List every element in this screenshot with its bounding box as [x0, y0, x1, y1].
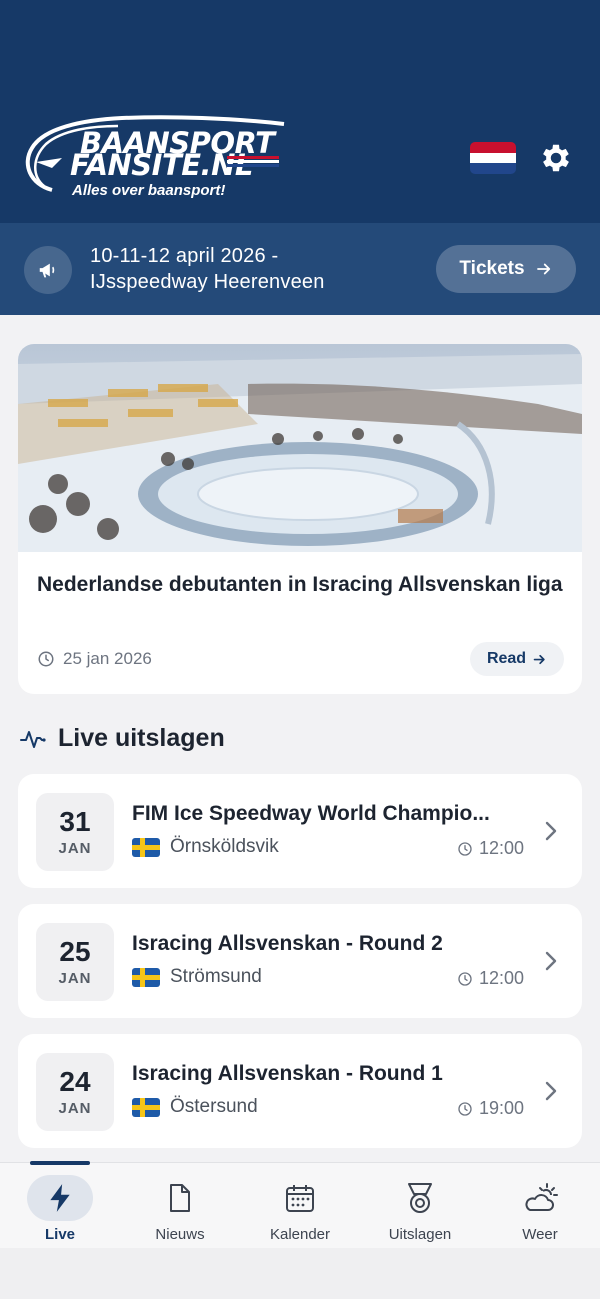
chevron-right-icon — [545, 821, 557, 841]
tab-label: Live — [44, 1226, 75, 1243]
se-flag-icon — [132, 1097, 160, 1117]
bottom-tab-bar: Live Nieuws Kalender Uitslagen Weer — [0, 1161, 600, 1249]
tab-uitslagen[interactable]: Uitslagen — [360, 1163, 480, 1249]
tab-label: Weer — [522, 1226, 558, 1243]
logo-stripe-red — [227, 156, 279, 159]
tickets-button[interactable]: Tickets — [436, 245, 576, 293]
clock-icon — [38, 651, 54, 667]
result-location: Strömsund — [132, 966, 262, 988]
result-card[interactable]: 31 JAN FIM Ice Speedway World Champio...… — [18, 774, 582, 888]
medal-icon — [387, 1175, 453, 1221]
section-title: Live uitslagen — [58, 724, 225, 752]
location-text: Strömsund — [170, 966, 262, 987]
date-box: 25 JAN — [36, 923, 114, 1001]
logo-line2: FANSITE.NL — [70, 148, 253, 182]
result-time: 12:00 — [457, 968, 524, 989]
date-month: JAN — [58, 840, 92, 857]
tab-live[interactable]: Live — [0, 1163, 120, 1249]
date-month: JAN — [58, 970, 92, 987]
result-time: 19:00 — [457, 1098, 524, 1119]
tab-label: Kalender — [269, 1226, 331, 1243]
weather-icon — [507, 1175, 573, 1221]
result-location: Östersund — [132, 1096, 258, 1118]
app-header: BAANSPORT FANSITE.NL Alles over baanspor… — [0, 0, 600, 223]
result-location: Örnsköldsvik — [132, 836, 279, 858]
date-day: 24 — [59, 1066, 91, 1097]
live-section-header: Live uitslagen — [20, 724, 225, 753]
activity-icon — [20, 730, 46, 748]
nl-flag-icon[interactable] — [470, 142, 516, 174]
site-logo[interactable]: BAANSPORT FANSITE.NL Alles over baanspor… — [22, 112, 297, 204]
tab-label: Uitslagen — [388, 1226, 452, 1243]
location-text: Östersund — [170, 1096, 258, 1117]
result-time: 12:00 — [457, 838, 524, 859]
date-box: 24 JAN — [36, 1053, 114, 1131]
arrow-right-icon — [536, 263, 550, 275]
document-icon — [147, 1175, 213, 1221]
logo-stripe-blue — [227, 164, 279, 167]
result-title: Isracing Allsvenskan - Round 1 — [132, 1062, 443, 1085]
tab-kalender[interactable]: Kalender — [240, 1163, 360, 1249]
read-label: Read — [486, 650, 527, 667]
event-venue: IJsspeedway Heerenveen — [90, 271, 325, 293]
logo-tagline: Alles over baansport! — [72, 182, 226, 199]
se-flag-icon — [132, 967, 160, 987]
read-button[interactable]: Read — [470, 642, 564, 676]
chevron-right-icon — [545, 951, 557, 971]
location-text: Örnsköldsvik — [170, 836, 279, 857]
featured-news-card[interactable]: Nederlandse debutanten in Isracing Allsv… — [18, 344, 582, 694]
news-date: 25 jan 2026 — [37, 649, 152, 669]
time-text: 19:00 — [478, 1098, 524, 1118]
news-image — [18, 344, 582, 552]
gear-icon[interactable] — [538, 140, 574, 176]
chevron-right-icon — [545, 1081, 557, 1101]
time-text: 12:00 — [478, 968, 524, 988]
se-flag-icon — [132, 837, 160, 857]
date-month: JAN — [58, 1100, 92, 1117]
arrow-right-icon — [533, 654, 545, 664]
news-title[interactable]: Nederlandse debutanten in Isracing Allsv… — [37, 570, 572, 600]
news-date-text: 25 jan 2026 — [63, 649, 152, 668]
lightning-icon — [27, 1175, 93, 1221]
result-title: Isracing Allsvenskan - Round 2 — [132, 932, 443, 955]
megaphone-icon — [24, 246, 72, 294]
home-indicator-area — [0, 1248, 600, 1299]
tab-nieuws[interactable]: Nieuws — [120, 1163, 240, 1249]
result-card[interactable]: 25 JAN Isracing Allsvenskan - Round 2 St… — [18, 904, 582, 1018]
date-box: 31 JAN — [36, 793, 114, 871]
result-title: FIM Ice Speedway World Champio... — [132, 802, 490, 825]
event-dates: 10-11-12 april 2026 - — [90, 245, 279, 267]
calendar-icon — [267, 1175, 333, 1221]
logo-stripe-white — [227, 160, 279, 163]
tab-label: Nieuws — [155, 1226, 205, 1243]
event-info: 10-11-12 april 2026 - IJsspeedway Heeren… — [90, 243, 325, 295]
time-text: 12:00 — [478, 838, 524, 858]
tickets-label: Tickets — [459, 258, 525, 279]
clock-icon — [458, 841, 472, 856]
result-card[interactable]: 24 JAN Isracing Allsvenskan - Round 1 Ös… — [18, 1034, 582, 1148]
tab-weer[interactable]: Weer — [480, 1163, 600, 1249]
date-day: 31 — [59, 806, 91, 837]
clock-icon — [458, 1101, 472, 1116]
date-day: 25 — [59, 936, 91, 967]
clock-icon — [458, 971, 472, 986]
